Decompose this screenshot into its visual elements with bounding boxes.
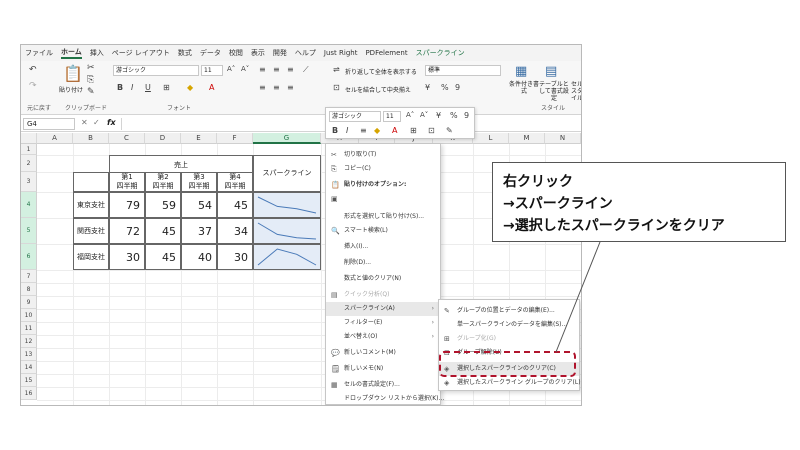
instruction-callout: 右クリック →スパークライン →選択したスパークラインをクリア <box>492 162 786 242</box>
callout-line-2: →スパークライン <box>503 196 613 212</box>
callout-line-1: 右クリック <box>503 174 573 190</box>
callout-line-3: →選択したスパークラインをクリア <box>503 218 725 234</box>
